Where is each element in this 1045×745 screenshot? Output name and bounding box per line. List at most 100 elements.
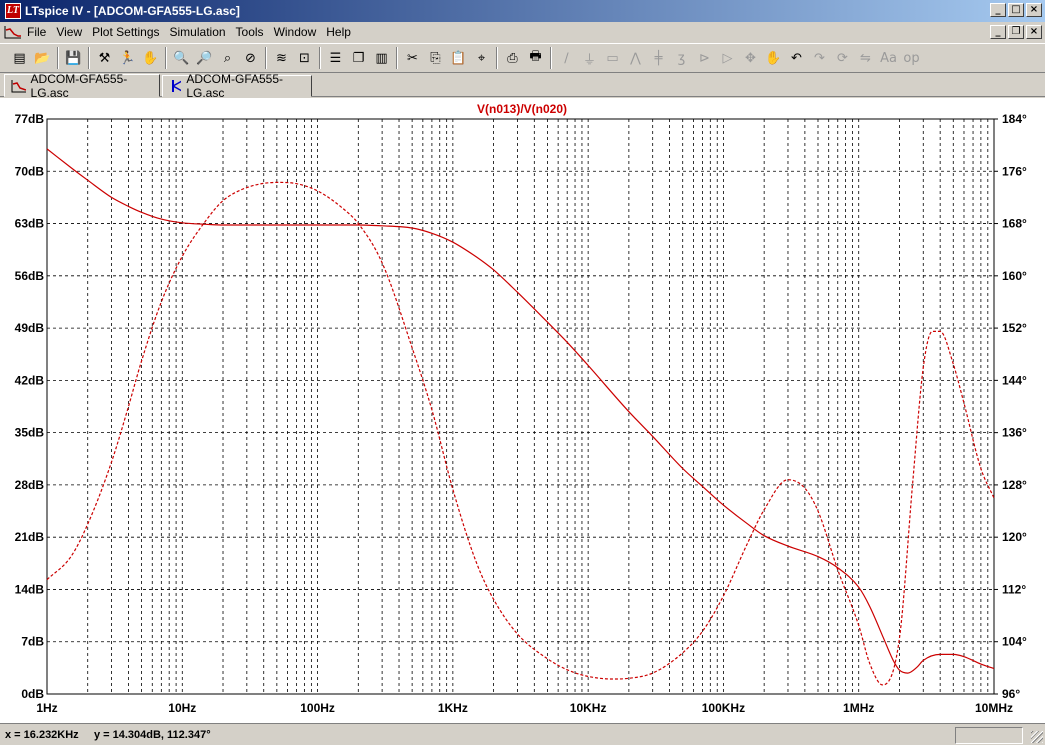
y-right-tick-label: 112° bbox=[1002, 582, 1026, 596]
undo-icon[interactable]: ↶ bbox=[785, 47, 808, 70]
mdi-close-button[interactable]: × bbox=[1026, 25, 1042, 39]
zoom-fit-icon[interactable]: ⌕ bbox=[216, 47, 239, 70]
waveform-doc-icon bbox=[4, 26, 21, 39]
redo-icon[interactable]: ↷ bbox=[808, 47, 831, 70]
zoom-out-icon[interactable]: 🔎 bbox=[193, 47, 216, 70]
y-left-tick-label: 42dB bbox=[15, 373, 45, 387]
capacitor-icon[interactable]: ╪ bbox=[647, 47, 670, 70]
size-grip-icon[interactable] bbox=[1031, 731, 1043, 743]
tile-horizontal-icon[interactable]: ☰ bbox=[324, 47, 347, 70]
minimize-button[interactable]: _ bbox=[990, 3, 1006, 17]
y-right-tick-label: 160° bbox=[1002, 269, 1027, 283]
print-setup-icon[interactable]: ⎙ bbox=[501, 47, 524, 70]
y-left-tick-label: 70dB bbox=[15, 164, 45, 178]
zoom-in-icon[interactable]: 🔍 bbox=[170, 47, 193, 70]
phase-trace bbox=[46, 181, 995, 686]
open-icon[interactable]: 📂 bbox=[31, 47, 54, 70]
y-left-tick-label: 63dB bbox=[15, 217, 45, 231]
x-axis-labels: 1Hz 10Hz 100Hz 1KHz 10KHz 100KHz 1MHz 10MHz bbox=[36, 701, 1013, 715]
autoscale-icon[interactable]: ≋ bbox=[270, 47, 293, 70]
resistor-icon[interactable]: ⋀ bbox=[624, 47, 647, 70]
move-icon[interactable]: ✥ bbox=[739, 47, 762, 70]
grid-major bbox=[47, 119, 994, 694]
menu-plot-settings[interactable]: Plot Settings bbox=[87, 23, 164, 41]
y-right-tick-label: 184° bbox=[1002, 112, 1027, 126]
y-right-tick-label: 152° bbox=[1002, 321, 1027, 335]
toolbar-separator bbox=[319, 47, 321, 69]
text-icon[interactable]: Aa bbox=[877, 47, 900, 70]
x-tick-label: 10KHz bbox=[570, 701, 607, 715]
ground-icon[interactable]: ⏚ bbox=[578, 47, 601, 70]
menu-bar: File View Plot Settings Simulation Tools… bbox=[0, 22, 1045, 42]
close-button[interactable]: × bbox=[1026, 3, 1042, 17]
toolbar-separator bbox=[396, 47, 398, 69]
title-bar[interactable]: LT LTspice IV - [ADCOM-GFA555-LG.asc] _ … bbox=[0, 0, 1045, 22]
toolbar-separator bbox=[550, 47, 552, 69]
menu-window[interactable]: Window bbox=[269, 23, 322, 41]
traces bbox=[46, 148, 995, 686]
menu-view[interactable]: View bbox=[51, 23, 87, 41]
cut-icon[interactable]: ✂ bbox=[401, 47, 424, 70]
mirror-icon[interactable]: ⇋ bbox=[854, 47, 877, 70]
status-bar: x = 16.232KHz y = 14.304dB, 112.347° bbox=[0, 723, 1045, 745]
menu-simulation[interactable]: Simulation bbox=[165, 23, 231, 41]
toolbar-separator bbox=[496, 47, 498, 69]
tab-label: ADCOM-GFA555-LG.asc bbox=[186, 72, 284, 100]
toolbar-separator bbox=[88, 47, 90, 69]
y-axis-left-labels: 0dB 7dB 14dB 21dB 28dB 35dB 42dB 49dB 56dB 63dB 70… bbox=[15, 112, 45, 701]
cascade-icon[interactable]: ❐ bbox=[347, 47, 370, 70]
y-left-tick-label: 21dB bbox=[15, 530, 45, 544]
new-schematic-icon[interactable]: ▤ bbox=[8, 47, 31, 70]
print-icon[interactable]: 🖶 bbox=[524, 47, 547, 70]
zoom-cancel-icon[interactable]: ⊘ bbox=[239, 47, 262, 70]
halt-icon[interactable]: ✋ bbox=[139, 47, 162, 70]
find-icon[interactable]: ⌖ bbox=[470, 47, 493, 70]
rotate-icon[interactable]: ⟳ bbox=[831, 47, 854, 70]
magnitude-trace bbox=[46, 148, 995, 674]
ltspice-window: LT LTspice IV - [ADCOM-GFA555-LG.asc] _ … bbox=[0, 0, 1045, 745]
run-icon[interactable]: 🏃 bbox=[116, 47, 139, 70]
toolbar: ▤ 📂 💾 ⚒ 🏃 ✋ 🔍 🔎 ⌕ ⊘ ≋ ⊡ ☰ ❐ ▥ ✂ ⎘ 📋 ⌖ ⎙ 🖶 ∕ ⏚ ▭ ⋀ ╪ ʒ ⊳ ▷ ✥ ✋ ↶ ↷ ⟳ ⇋ Aa op bbox=[0, 43, 1045, 73]
waveform-plot-pane[interactable]: V(n013)/V(n020) 1Hz 10Hz 100Hz 1KHz 10KHz 100… bbox=[0, 98, 1045, 723]
diode-icon[interactable]: ⊳ bbox=[693, 47, 716, 70]
control-panel-icon[interactable]: ⚒ bbox=[93, 47, 116, 70]
save-icon[interactable]: 💾 bbox=[62, 47, 85, 70]
trace-title[interactable]: V(n013)/V(n020) bbox=[477, 102, 567, 116]
menu-file[interactable]: File bbox=[22, 23, 51, 41]
x-tick-label: 10MHz bbox=[975, 701, 1013, 715]
spice-directive-icon[interactable]: op bbox=[900, 47, 923, 70]
copy-icon[interactable]: ⎘ bbox=[424, 47, 447, 70]
y-left-tick-label: 56dB bbox=[15, 269, 45, 283]
y-right-tick-label: 120° bbox=[1002, 530, 1027, 544]
y-right-tick-label: 104° bbox=[1002, 635, 1027, 649]
tab-bar: ADCOM-GFA555-LG.asc ADCOM-GFA555-LG.asc bbox=[0, 71, 1045, 100]
tab-label: ADCOM-GFA555-LG.asc bbox=[30, 71, 128, 100]
menu-help[interactable]: Help bbox=[321, 23, 356, 41]
y-left-tick-label: 7dB bbox=[21, 635, 44, 649]
label-icon[interactable]: ▭ bbox=[601, 47, 624, 70]
paste-icon[interactable]: 📋 bbox=[447, 47, 470, 70]
component-icon[interactable]: ▷ bbox=[716, 47, 739, 70]
x-tick-label: 10Hz bbox=[168, 701, 196, 715]
tab-waveform[interactable]: ADCOM-GFA555-LG.asc bbox=[4, 71, 160, 100]
drag-icon[interactable]: ✋ bbox=[762, 47, 785, 70]
wire-icon[interactable]: ∕ bbox=[555, 47, 578, 70]
inductor-icon[interactable]: ʒ bbox=[670, 47, 693, 70]
document-menu-icon[interactable] bbox=[4, 24, 22, 40]
menu-tools[interactable]: Tools bbox=[231, 23, 269, 41]
mdi-restore-button[interactable]: ❐ bbox=[1008, 25, 1024, 39]
maximize-button[interactable]: □ bbox=[1008, 3, 1024, 17]
grid-minor bbox=[87, 119, 989, 694]
y-left-tick-label: 77dB bbox=[15, 112, 45, 126]
mdi-minimize-button[interactable]: _ bbox=[990, 25, 1006, 39]
y-right-tick-label: 128° bbox=[1002, 478, 1027, 492]
x-tick-label: 1Hz bbox=[36, 701, 57, 715]
bode-plot[interactable]: V(n013)/V(n020) 1Hz 10Hz 100Hz 1KHz 10KHz 100… bbox=[0, 98, 1045, 723]
cursor-readout: x = 16.232KHz y = 14.304dB, 112.347° bbox=[5, 728, 211, 741]
zoom-extents-icon[interactable]: ⊡ bbox=[293, 47, 316, 70]
tile-vertical-icon[interactable]: ▥ bbox=[370, 47, 393, 70]
y-left-tick-label: 0dB bbox=[21, 687, 44, 701]
waveform-icon bbox=[11, 79, 26, 92]
schematic-icon bbox=[172, 80, 182, 92]
tab-schematic[interactable]: ADCOM-GFA555-LG.asc bbox=[162, 72, 312, 100]
